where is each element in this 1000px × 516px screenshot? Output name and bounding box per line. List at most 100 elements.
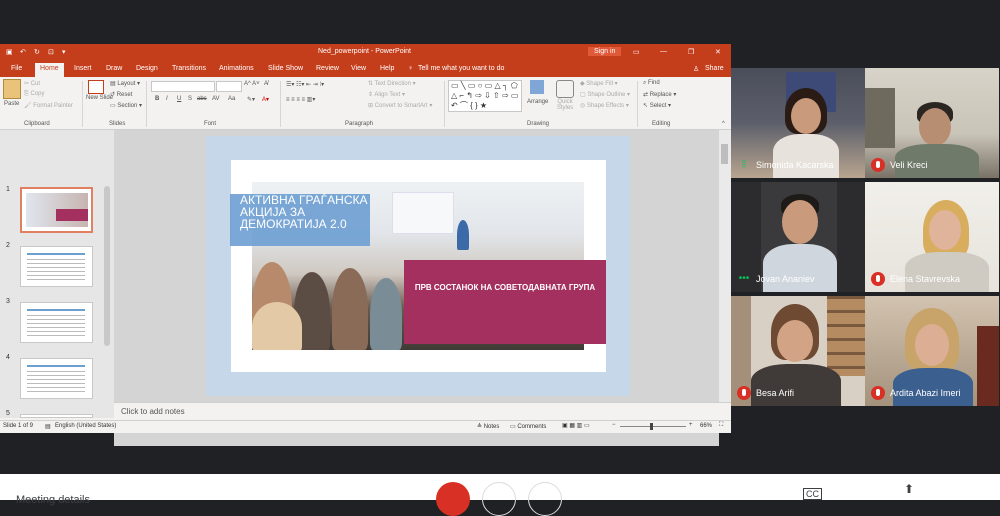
meeting-details[interactable]: Meeting details	[16, 494, 90, 506]
slide-title-text[interactable]: АКТИВНА ГРАЃАНСКА АКЦИЈА ЗА ДЕМОКРАТИЈА …	[240, 194, 372, 230]
participant-tile[interactable]: Elena Stavrevska	[865, 182, 999, 292]
zoom-level[interactable]: 66%	[700, 423, 712, 429]
tab-animations[interactable]: Animations	[219, 65, 254, 72]
arrange-icon[interactable]	[530, 80, 544, 94]
slide-thumbnail-4[interactable]	[20, 358, 93, 399]
comments-toggle[interactable]: ▭ Comments	[510, 423, 546, 430]
align-text-button[interactable]: ⇕ Align Text ▾	[368, 91, 405, 98]
notes-toggle[interactable]: ≜ Notes	[477, 423, 499, 430]
shape-outline-button[interactable]: ▢ Shape Outline ▾	[580, 91, 630, 98]
tab-view[interactable]: View	[351, 65, 366, 72]
tab-insert[interactable]: Insert	[74, 65, 92, 72]
sign-in-button[interactable]: Sign in	[588, 47, 622, 56]
mic-toggle-button[interactable]	[436, 482, 470, 516]
participant-tile[interactable]: Besa Arifi	[731, 296, 865, 406]
arrange-button[interactable]: Arrange	[527, 99, 548, 105]
bullets-icon[interactable]: ☰▾ ☷▾ ⇤ ⇥ ⁞▾	[286, 81, 324, 88]
save-icon[interactable]: ▣	[6, 48, 13, 56]
quick-styles-button[interactable]: Quick Styles	[552, 99, 578, 111]
tab-help[interactable]: Help	[380, 65, 394, 72]
section-button[interactable]: ▭ Section ▾	[110, 102, 142, 109]
minimize-icon[interactable]: —	[660, 48, 667, 55]
zoom-slider-thumb[interactable]	[650, 423, 653, 430]
zoom-slider[interactable]	[620, 426, 686, 427]
shape-fill-button[interactable]: ◆ Shape Fill ▾	[580, 80, 618, 87]
slide-subtitle-text[interactable]: ПРВ СОСТАНОК НА СОВЕТОДАВНАТА ГРУПА	[404, 283, 606, 292]
layout-button[interactable]: ▤ Layout ▾	[110, 80, 140, 87]
vertical-scrollbar[interactable]	[719, 130, 731, 402]
spellcheck-icon[interactable]: ▤	[45, 423, 51, 430]
tab-home[interactable]: Home	[35, 63, 64, 77]
strikethrough-button[interactable]: abc	[197, 96, 207, 102]
paste-button[interactable]: Paste	[4, 101, 19, 107]
format-painter-button[interactable]: 🖌 Format Painter	[24, 102, 73, 109]
collapse-ribbon-icon[interactable]: ^	[722, 121, 725, 127]
participant-tile[interactable]: Veli Kreci	[865, 68, 999, 178]
select-button[interactable]: ↖ Select ▾	[643, 102, 671, 109]
slide-thumbnail-2[interactable]	[20, 246, 93, 287]
underline-button[interactable]: U	[177, 96, 181, 102]
language-status[interactable]: English (United States)	[55, 423, 116, 429]
italic-button[interactable]: I	[166, 96, 168, 102]
close-icon[interactable]: ✕	[715, 48, 721, 56]
participant-tile[interactable]: ⦙⦙ Simonida Kacarska	[731, 68, 865, 178]
shadow-button[interactable]: S	[188, 96, 192, 102]
slide-thumbnail-1[interactable]	[20, 187, 93, 233]
convert-smartart-button[interactable]: ⊞ Convert to SmartArt ▾	[368, 102, 432, 109]
cut-button[interactable]: ✂ Cut	[24, 80, 40, 87]
tab-transitions[interactable]: Transitions	[172, 65, 206, 72]
bold-button[interactable]: B	[155, 96, 159, 102]
participant-tile[interactable]: ••• Jovan Ananiev	[731, 182, 865, 292]
tab-design[interactable]: Design	[136, 65, 158, 72]
slide-thumbnail-panel: 1 2 3 4 5	[0, 130, 114, 418]
slideshow-icon[interactable]: ⊡	[48, 48, 54, 56]
new-slide-icon[interactable]	[88, 80, 104, 94]
presenter-icon[interactable]: ▾	[62, 48, 66, 56]
normal-view-icon[interactable]: ▣ ▦ ▥ ▭	[562, 422, 590, 429]
highlight-icon[interactable]: ✎▾	[247, 96, 255, 103]
notes-placeholder[interactable]: Click to add notes	[121, 407, 185, 416]
captions-icon[interactable]: CC	[803, 488, 822, 500]
text-direction-button[interactable]: ⇅ Text Direction ▾	[368, 80, 416, 87]
slide-thumbnail-5[interactable]	[20, 414, 93, 418]
shapes-gallery[interactable]: ▭ ╲ ▭ ○ ▭ △ ┐ ⬠ △ ⌐ ↰ ⇨ ⇩ ⇧ ⇨ ▭ ↶ ⌒ { } ★	[448, 80, 522, 112]
tab-review[interactable]: Review	[316, 65, 339, 72]
tab-slide-show[interactable]: Slide Show	[268, 65, 303, 72]
font-name-select[interactable]	[151, 81, 215, 92]
tab-draw[interactable]: Draw	[106, 65, 122, 72]
reset-button[interactable]: ↺ Reset	[110, 91, 132, 98]
redo-icon[interactable]: ↻	[34, 48, 40, 56]
present-button[interactable]	[528, 482, 562, 516]
thumbnail-scrollbar[interactable]	[104, 186, 110, 346]
new-slide-button[interactable]: New Slide	[86, 95, 113, 101]
tell-me-search[interactable]: Tell me what you want to do	[418, 65, 504, 72]
replace-button[interactable]: ⇄ Replace ▾	[643, 91, 676, 98]
present-now-icon[interactable]: ⬆	[904, 482, 914, 496]
share-button[interactable]: Share	[705, 65, 724, 72]
ribbon-display-icon[interactable]: ▭	[633, 48, 640, 56]
font-color-icon[interactable]: A▾	[262, 96, 269, 103]
shape-effects-button[interactable]: ◎ Shape Effects ▾	[580, 102, 629, 109]
undo-icon[interactable]: ↶	[20, 48, 26, 56]
grow-font-icon[interactable]: A^ A˅	[244, 81, 260, 87]
notes-pane[interactable]: Click to add notes	[114, 402, 731, 421]
change-case-button[interactable]: Aa	[228, 96, 235, 102]
clear-format-icon[interactable]: A̸	[264, 81, 268, 87]
fit-slide-icon[interactable]: ⛶	[719, 422, 723, 429]
find-button[interactable]: ⌕ Find	[643, 80, 660, 87]
participant-tile[interactable]: Ardita Abazi Imeri	[865, 296, 999, 406]
scroll-thumb[interactable]	[721, 144, 728, 164]
restore-icon[interactable]: ❐	[688, 48, 694, 56]
char-spacing-button[interactable]: AV	[212, 96, 220, 102]
align-icons[interactable]: ≡ ≡ ≡ ≡ ▥▾	[286, 96, 315, 103]
camera-toggle-button[interactable]	[482, 482, 516, 516]
drawing-group-label: Drawing	[527, 121, 550, 127]
zoom-in-icon[interactable]: +	[689, 422, 693, 428]
zoom-out-icon[interactable]: −	[612, 422, 616, 428]
tab-file[interactable]: File	[11, 65, 22, 72]
paste-icon[interactable]	[3, 79, 21, 99]
font-size-select[interactable]	[216, 81, 242, 92]
quick-styles-icon[interactable]	[556, 80, 574, 98]
copy-button[interactable]: ⎘ Copy	[24, 91, 44, 98]
slide-thumbnail-3[interactable]	[20, 302, 93, 343]
